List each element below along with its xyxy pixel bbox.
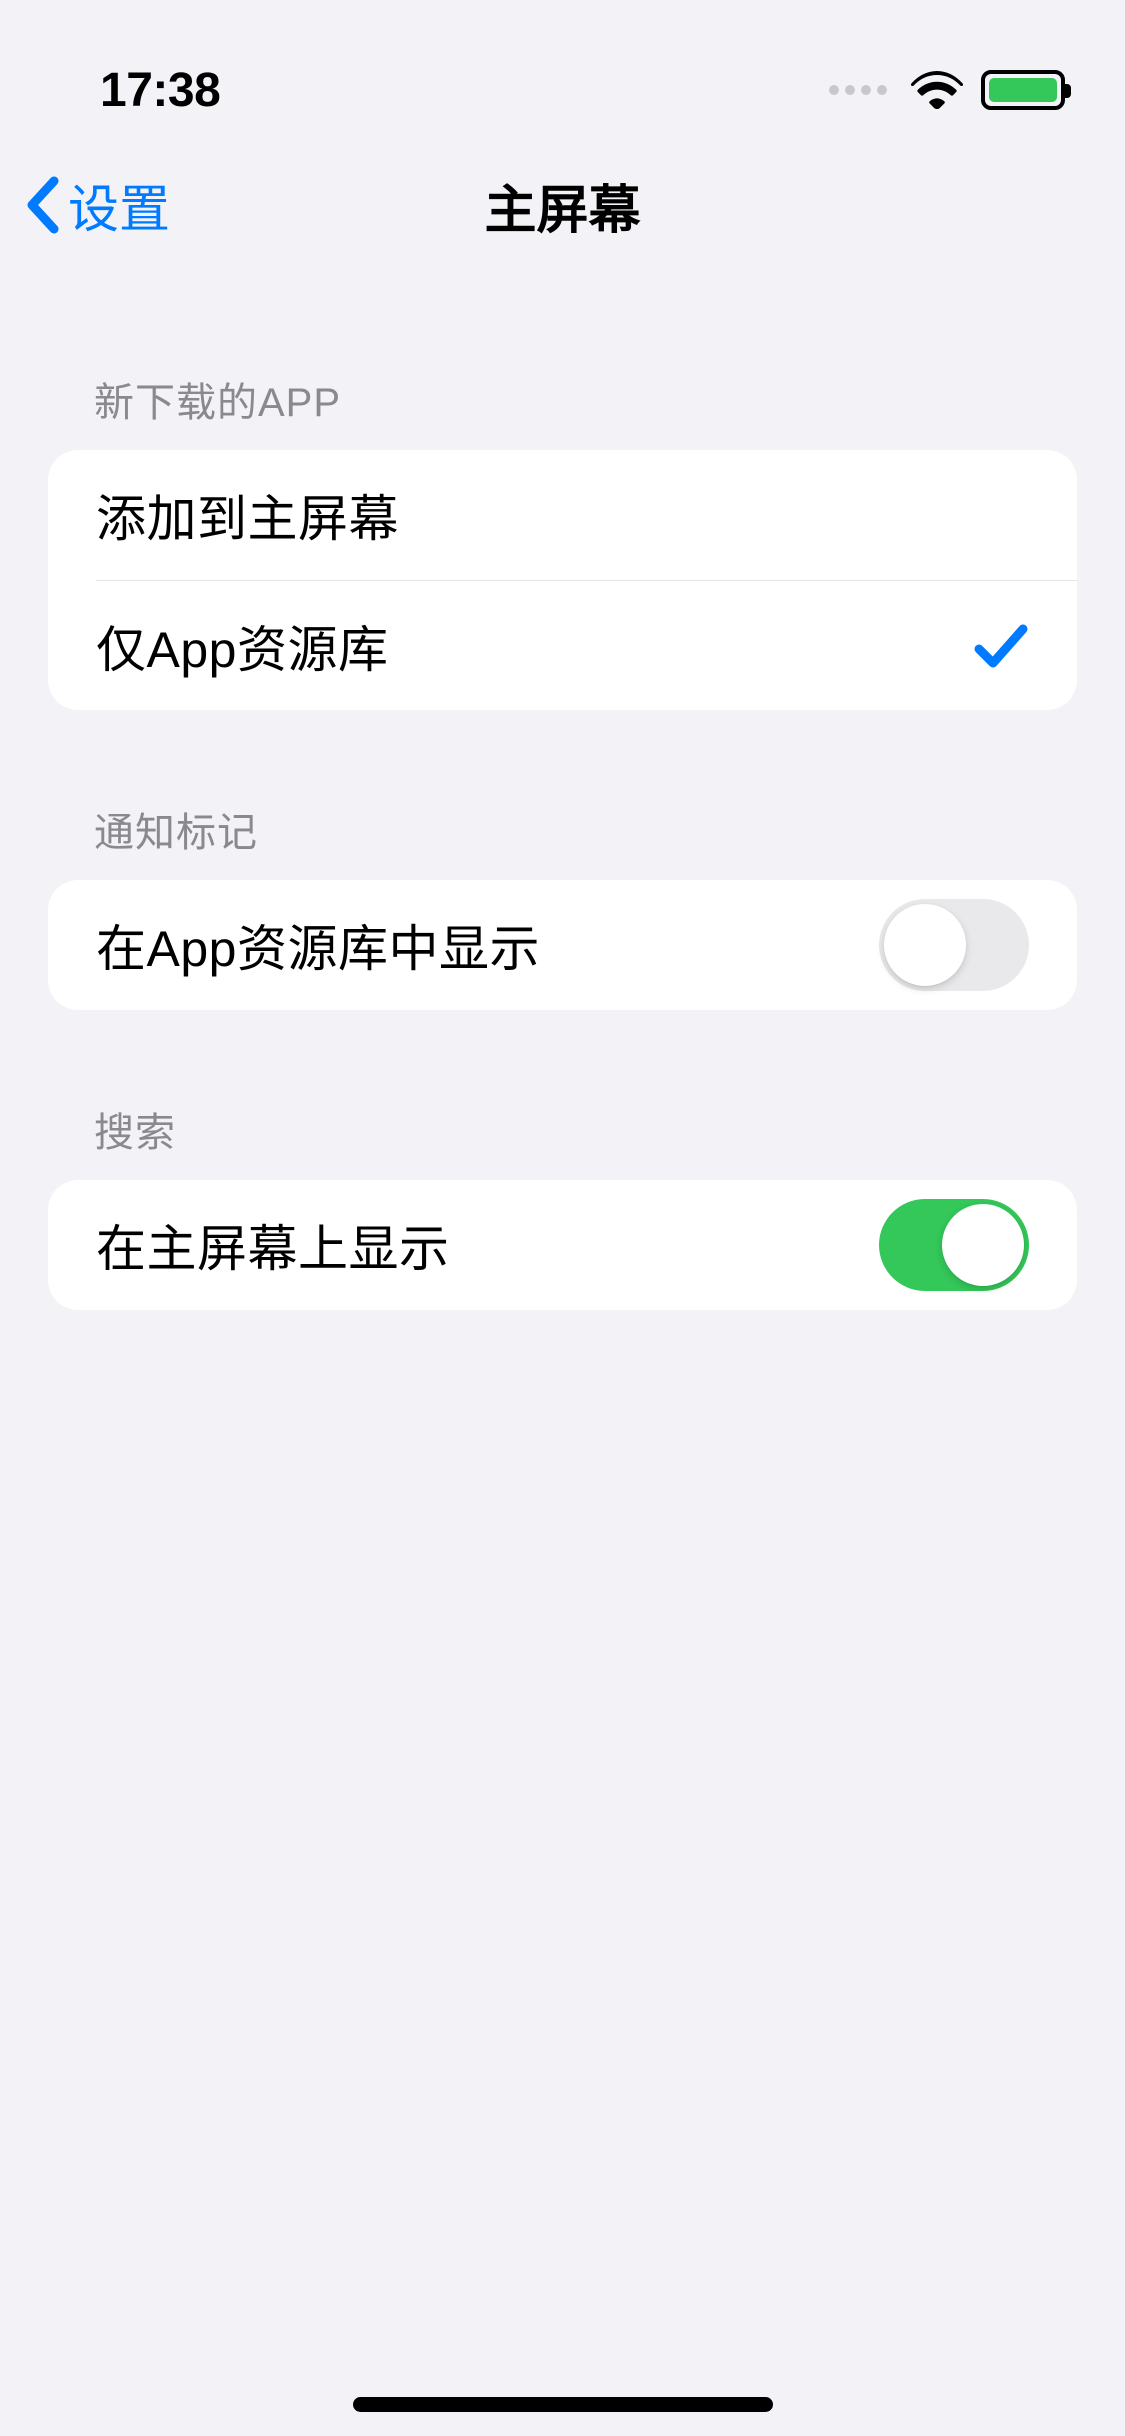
section-notification-badges: 通知标记 在App资源库中显示 [0, 800, 1125, 1010]
home-indicator[interactable] [353, 2397, 773, 2412]
back-label: 设置 [68, 168, 170, 242]
option-add-to-home-screen[interactable]: 添加到主屏幕 [48, 450, 1077, 580]
back-button[interactable]: 设置 [24, 168, 170, 242]
section-newly-downloaded: 新下载的APP 添加到主屏幕 仅App资源库 [0, 370, 1125, 710]
group-newly-downloaded: 添加到主屏幕 仅App资源库 [48, 450, 1077, 710]
row-label: 在App资源库中显示 [96, 909, 540, 981]
navigation-bar: 设置 主屏幕 [0, 140, 1125, 270]
page-title: 主屏幕 [484, 168, 640, 243]
status-time: 17:38 [100, 63, 220, 118]
row-label: 在主屏幕上显示 [96, 1209, 450, 1281]
row-show-on-home-screen: 在主屏幕上显示 [48, 1180, 1077, 1310]
status-indicators [829, 70, 1065, 110]
group-search: 在主屏幕上显示 [48, 1180, 1077, 1310]
option-app-library-only[interactable]: 仅App资源库 [96, 580, 1077, 710]
cellular-dots-icon [829, 85, 887, 95]
section-header-newly-downloaded: 新下载的APP [0, 370, 1125, 450]
wifi-icon [911, 71, 963, 109]
battery-icon [981, 70, 1065, 110]
section-search: 搜索 在主屏幕上显示 [0, 1100, 1125, 1310]
toggle-show-on-home-screen[interactable] [879, 1199, 1029, 1291]
toggle-show-in-app-library[interactable] [879, 899, 1029, 991]
option-label: 添加到主屏幕 [96, 479, 399, 551]
checkmark-icon [973, 621, 1029, 671]
option-label: 仅App资源库 [96, 610, 388, 682]
row-show-in-app-library: 在App资源库中显示 [48, 880, 1077, 1010]
group-notification-badges: 在App资源库中显示 [48, 880, 1077, 1010]
section-header-search: 搜索 [0, 1100, 1125, 1180]
chevron-left-icon [24, 175, 62, 235]
section-header-notification-badges: 通知标记 [0, 800, 1125, 880]
status-bar: 17:38 [0, 0, 1125, 140]
